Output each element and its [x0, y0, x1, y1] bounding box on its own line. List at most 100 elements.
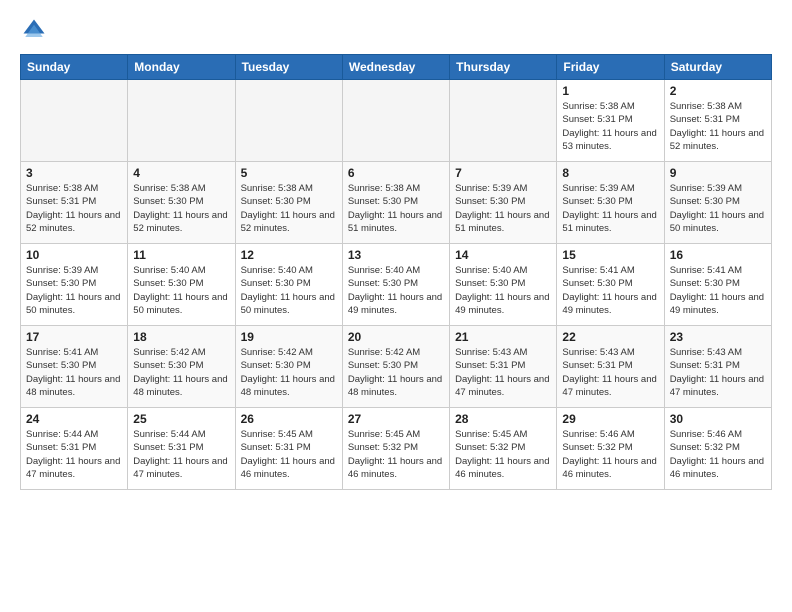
day-info: Sunrise: 5:42 AMSunset: 5:30 PMDaylight:…: [133, 346, 229, 399]
day-number: 3: [26, 166, 122, 180]
day-number: 24: [26, 412, 122, 426]
day-info: Sunrise: 5:41 AMSunset: 5:30 PMDaylight:…: [670, 264, 766, 317]
day-info: Sunrise: 5:44 AMSunset: 5:31 PMDaylight:…: [26, 428, 122, 481]
calendar-cell: 28 Sunrise: 5:45 AMSunset: 5:32 PMDayligh…: [450, 408, 557, 490]
day-number: 20: [348, 330, 444, 344]
day-info: Sunrise: 5:45 AMSunset: 5:32 PMDaylight:…: [348, 428, 444, 481]
calendar-cell: 15 Sunrise: 5:41 AMSunset: 5:30 PMDayligh…: [557, 244, 664, 326]
calendar-cell: 1 Sunrise: 5:38 AMSunset: 5:31 PMDaylight…: [557, 80, 664, 162]
calendar-weekday-friday: Friday: [557, 55, 664, 80]
day-info: Sunrise: 5:38 AMSunset: 5:30 PMDaylight:…: [241, 182, 337, 235]
day-number: 27: [348, 412, 444, 426]
calendar-weekday-tuesday: Tuesday: [235, 55, 342, 80]
calendar-cell: 26 Sunrise: 5:45 AMSunset: 5:31 PMDayligh…: [235, 408, 342, 490]
day-info: Sunrise: 5:42 AMSunset: 5:30 PMDaylight:…: [241, 346, 337, 399]
day-info: Sunrise: 5:43 AMSunset: 5:31 PMDaylight:…: [455, 346, 551, 399]
day-info: Sunrise: 5:46 AMSunset: 5:32 PMDaylight:…: [562, 428, 658, 481]
day-info: Sunrise: 5:38 AMSunset: 5:31 PMDaylight:…: [562, 100, 658, 153]
day-number: 28: [455, 412, 551, 426]
day-info: Sunrise: 5:38 AMSunset: 5:30 PMDaylight:…: [348, 182, 444, 235]
day-info: Sunrise: 5:39 AMSunset: 5:30 PMDaylight:…: [562, 182, 658, 235]
day-number: 11: [133, 248, 229, 262]
calendar-cell: 24 Sunrise: 5:44 AMSunset: 5:31 PMDayligh…: [21, 408, 128, 490]
calendar-weekday-wednesday: Wednesday: [342, 55, 449, 80]
day-info: Sunrise: 5:38 AMSunset: 5:31 PMDaylight:…: [670, 100, 766, 153]
day-number: 18: [133, 330, 229, 344]
day-info: Sunrise: 5:41 AMSunset: 5:30 PMDaylight:…: [26, 346, 122, 399]
logo-icon: [20, 16, 48, 44]
calendar-cell: 14Sunrise: 5:40 AMSunset: 5:30 PMDayligh…: [450, 244, 557, 326]
day-number: 30: [670, 412, 766, 426]
day-info: Sunrise: 5:40 AMSunset: 5:30 PMDaylight:…: [348, 264, 444, 317]
calendar-cell: 20 Sunrise: 5:42 AMSunset: 5:30 PMDayligh…: [342, 326, 449, 408]
calendar-cell: 2 Sunrise: 5:38 AMSunset: 5:31 PMDaylight…: [664, 80, 771, 162]
calendar-cell: 12 Sunrise: 5:40 AMSunset: 5:30 PMDayligh…: [235, 244, 342, 326]
day-number: 2: [670, 84, 766, 98]
day-number: 8: [562, 166, 658, 180]
calendar-cell: 30 Sunrise: 5:46 AMSunset: 5:32 PMDayligh…: [664, 408, 771, 490]
day-number: 10: [26, 248, 122, 262]
day-info: Sunrise: 5:43 AMSunset: 5:31 PMDaylight:…: [670, 346, 766, 399]
day-number: 17: [26, 330, 122, 344]
calendar-week-2: 3Sunrise: 5:38 AMSunset: 5:31 PMDaylight…: [21, 162, 772, 244]
day-info: Sunrise: 5:41 AMSunset: 5:30 PMDaylight:…: [562, 264, 658, 317]
day-info: Sunrise: 5:43 AMSunset: 5:31 PMDaylight:…: [562, 346, 658, 399]
calendar-cell: 13 Sunrise: 5:40 AMSunset: 5:30 PMDayligh…: [342, 244, 449, 326]
day-info: Sunrise: 5:40 AMSunset: 5:30 PMDaylight:…: [133, 264, 229, 317]
calendar-week-5: 24 Sunrise: 5:44 AMSunset: 5:31 PMDayligh…: [21, 408, 772, 490]
day-number: 12: [241, 248, 337, 262]
day-number: 15: [562, 248, 658, 262]
calendar-cell: [21, 80, 128, 162]
calendar-cell: [342, 80, 449, 162]
day-info: Sunrise: 5:39 AMSunset: 5:30 PMDaylight:…: [455, 182, 551, 235]
calendar-cell: 5Sunrise: 5:38 AMSunset: 5:30 PMDaylight…: [235, 162, 342, 244]
calendar-cell: 17 Sunrise: 5:41 AMSunset: 5:30 PMDayligh…: [21, 326, 128, 408]
calendar-cell: 18 Sunrise: 5:42 AMSunset: 5:30 PMDayligh…: [128, 326, 235, 408]
calendar-cell: 21 Sunrise: 5:43 AMSunset: 5:31 PMDayligh…: [450, 326, 557, 408]
day-number: 21: [455, 330, 551, 344]
calendar-weekday-saturday: Saturday: [664, 55, 771, 80]
day-number: 29: [562, 412, 658, 426]
calendar-weekday-thursday: Thursday: [450, 55, 557, 80]
calendar-cell: 29 Sunrise: 5:46 AMSunset: 5:32 PMDayligh…: [557, 408, 664, 490]
page: SundayMondayTuesdayWednesdayThursdayFrid…: [0, 0, 792, 506]
day-info: Sunrise: 5:40 AMSunset: 5:30 PMDaylight:…: [455, 264, 551, 317]
calendar-cell: 22 Sunrise: 5:43 AMSunset: 5:31 PMDayligh…: [557, 326, 664, 408]
logo: [20, 16, 52, 44]
day-number: 13: [348, 248, 444, 262]
calendar-cell: 9 Sunrise: 5:39 AMSunset: 5:30 PMDaylight…: [664, 162, 771, 244]
calendar-cell: 27 Sunrise: 5:45 AMSunset: 5:32 PMDayligh…: [342, 408, 449, 490]
calendar-cell: 23Sunrise: 5:43 AMSunset: 5:31 PMDayligh…: [664, 326, 771, 408]
day-number: 26: [241, 412, 337, 426]
calendar-cell: 4 Sunrise: 5:38 AMSunset: 5:30 PMDaylight…: [128, 162, 235, 244]
day-info: Sunrise: 5:39 AMSunset: 5:30 PMDaylight:…: [26, 264, 122, 317]
calendar-week-1: 1 Sunrise: 5:38 AMSunset: 5:31 PMDaylight…: [21, 80, 772, 162]
day-info: Sunrise: 5:45 AMSunset: 5:31 PMDaylight:…: [241, 428, 337, 481]
calendar-cell: 11 Sunrise: 5:40 AMSunset: 5:30 PMDayligh…: [128, 244, 235, 326]
day-info: Sunrise: 5:39 AMSunset: 5:30 PMDaylight:…: [670, 182, 766, 235]
day-number: 4: [133, 166, 229, 180]
calendar-cell: 19 Sunrise: 5:42 AMSunset: 5:30 PMDayligh…: [235, 326, 342, 408]
day-number: 16: [670, 248, 766, 262]
calendar-weekday-sunday: Sunday: [21, 55, 128, 80]
day-number: 7: [455, 166, 551, 180]
day-info: Sunrise: 5:46 AMSunset: 5:32 PMDaylight:…: [670, 428, 766, 481]
calendar-cell: 7 Sunrise: 5:39 AMSunset: 5:30 PMDaylight…: [450, 162, 557, 244]
day-info: Sunrise: 5:42 AMSunset: 5:30 PMDaylight:…: [348, 346, 444, 399]
calendar-weekday-monday: Monday: [128, 55, 235, 80]
calendar-cell: [128, 80, 235, 162]
day-number: 1: [562, 84, 658, 98]
calendar-cell: 6Sunrise: 5:38 AMSunset: 5:30 PMDaylight…: [342, 162, 449, 244]
calendar-table: SundayMondayTuesdayWednesdayThursdayFrid…: [20, 54, 772, 490]
day-number: 19: [241, 330, 337, 344]
calendar-cell: 16 Sunrise: 5:41 AMSunset: 5:30 PMDayligh…: [664, 244, 771, 326]
calendar-cell: [450, 80, 557, 162]
calendar-week-3: 10 Sunrise: 5:39 AMSunset: 5:30 PMDayligh…: [21, 244, 772, 326]
day-number: 9: [670, 166, 766, 180]
calendar-week-4: 17 Sunrise: 5:41 AMSunset: 5:30 PMDayligh…: [21, 326, 772, 408]
day-number: 22: [562, 330, 658, 344]
day-info: Sunrise: 5:38 AMSunset: 5:30 PMDaylight:…: [133, 182, 229, 235]
day-info: Sunrise: 5:40 AMSunset: 5:30 PMDaylight:…: [241, 264, 337, 317]
day-info: Sunrise: 5:45 AMSunset: 5:32 PMDaylight:…: [455, 428, 551, 481]
calendar-header-row: SundayMondayTuesdayWednesdayThursdayFrid…: [21, 55, 772, 80]
